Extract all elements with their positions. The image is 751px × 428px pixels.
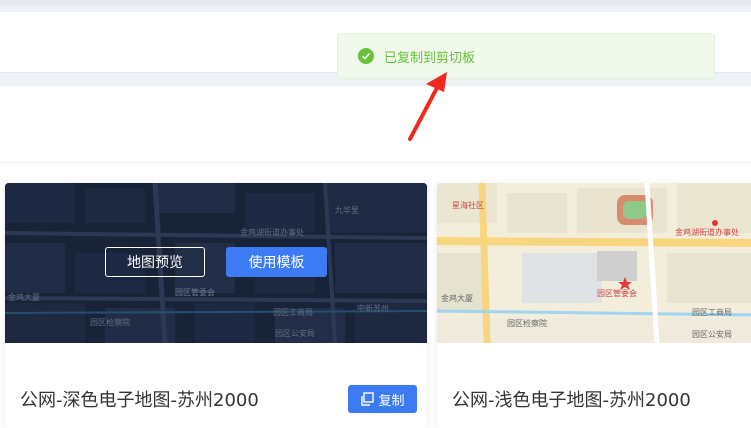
template-card-light[interactable]: 园区管委会 金鸡湖街道办事处 园区工商局 园区检察院 园区公安局 金鸡大厦 星海…	[437, 183, 751, 428]
annotation-arrow-icon	[408, 72, 447, 141]
light-map-label-1: 园区管委会	[597, 288, 637, 298]
copy-button[interactable]: 复制	[348, 385, 417, 413]
light-map-label-7: 星海社区	[452, 200, 484, 210]
light-map-thumbnail[interactable]: 园区管委会 金鸡湖街道办事处 园区工商局 园区检察院 园区公安局 金鸡大厦 星海…	[437, 183, 751, 343]
card-title: 公网-浅色电子地图-苏州2000	[452, 390, 691, 411]
check-circle-icon	[358, 48, 374, 64]
hover-overlay	[5, 183, 427, 343]
top-strip	[0, 0, 751, 6]
light-map-label-5: 园区公安局	[692, 329, 732, 339]
card-title: 公网-深色电子地图-苏州2000	[20, 390, 259, 411]
panel-divider	[0, 162, 751, 163]
dark-map-thumbnail[interactable]: 金鸡湖街道办事处 九华里 园区管委会 园区工商局 园区检察院 中新苏州 园区公安…	[5, 183, 427, 343]
copy-success-toast: 已复制到剪切板	[337, 33, 715, 79]
light-map-label-6: 金鸡大厦	[441, 293, 473, 303]
use-template-button[interactable]: 使用模板	[226, 247, 327, 277]
light-map-label-4: 园区检察院	[507, 318, 547, 328]
copy-button-label: 复制	[378, 393, 405, 409]
copy-icon	[361, 392, 375, 406]
map-preview-button[interactable]: 地图预览	[105, 247, 205, 277]
light-map-label-3: 园区工商局	[692, 307, 732, 317]
toast-message: 已复制到剪切板	[384, 50, 476, 66]
template-card-dark[interactable]: 金鸡湖街道办事处 九华里 园区管委会 园区工商局 园区检察院 中新苏州 园区公安…	[5, 183, 427, 428]
light-map-label-2: 金鸡湖街道办事处	[675, 227, 739, 237]
